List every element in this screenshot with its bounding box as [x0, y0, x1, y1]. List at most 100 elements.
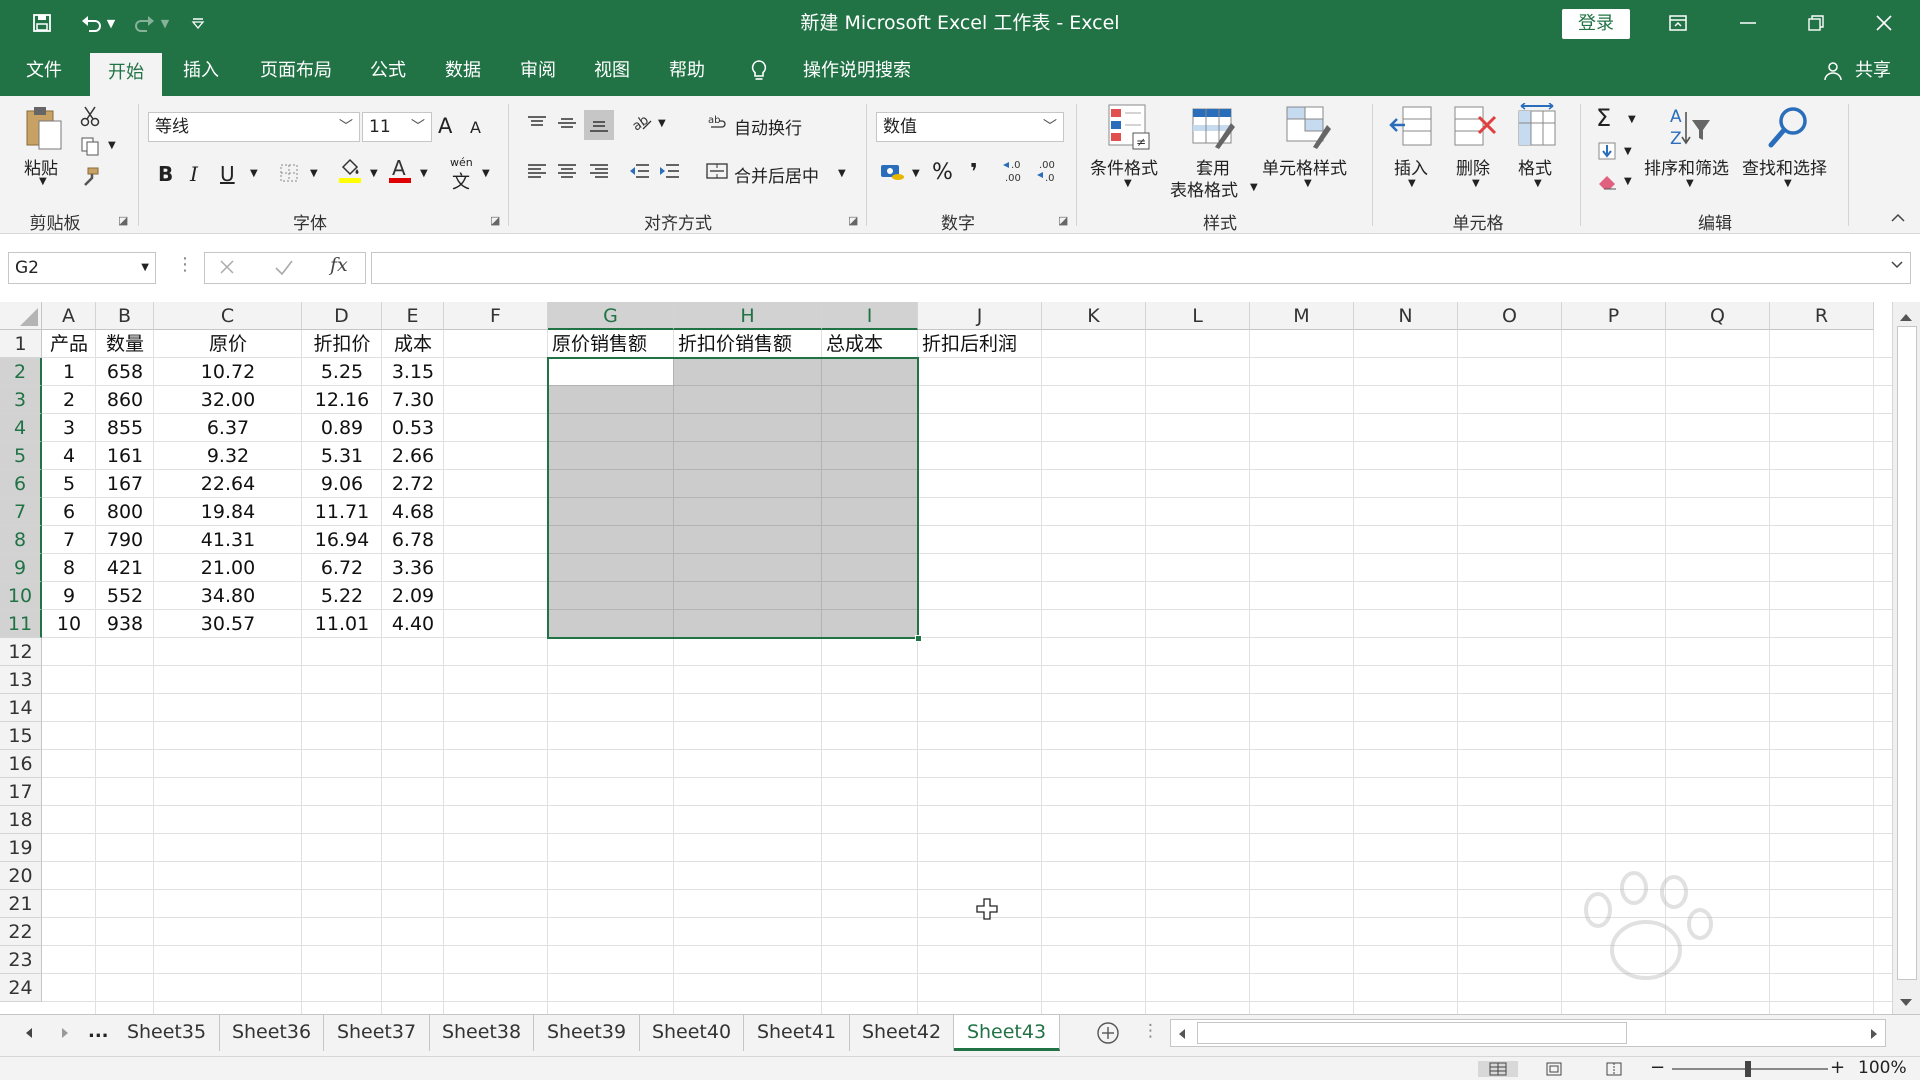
- column-header-K[interactable]: K: [1042, 302, 1146, 330]
- original-price-cell[interactable]: 21.00: [154, 554, 302, 582]
- underline-dropdown-icon[interactable]: ▼: [250, 168, 258, 179]
- sort-dropdown-icon[interactable]: ▼: [1686, 178, 1694, 189]
- quantity-cell[interactable]: 421: [96, 554, 154, 582]
- column-header-L[interactable]: L: [1146, 302, 1250, 330]
- comma-style-button[interactable]: ❜: [970, 160, 978, 185]
- row-header-11[interactable]: 11: [0, 610, 42, 638]
- product-cell[interactable]: 9: [42, 582, 96, 610]
- cost-cell[interactable]: 6.78: [382, 526, 444, 554]
- chevron-down-icon[interactable]: ﹀: [1043, 113, 1057, 141]
- product-cell[interactable]: 4: [42, 442, 96, 470]
- quantity-cell[interactable]: 790: [96, 526, 154, 554]
- cost-cell[interactable]: 4.68: [382, 498, 444, 526]
- column-header-N[interactable]: N: [1354, 302, 1458, 330]
- tab-formulas[interactable]: 公式: [358, 46, 418, 96]
- row-header-16[interactable]: 16: [0, 750, 42, 778]
- undo-dropdown-icon[interactable]: ▼: [104, 0, 118, 46]
- format-dropdown-icon[interactable]: ▼: [1534, 178, 1542, 189]
- clipboard-launcher-icon[interactable]: ◪: [118, 214, 128, 227]
- conditional-formatting-icon[interactable]: ≠: [1106, 102, 1152, 152]
- column-header-J[interactable]: J: [918, 302, 1042, 330]
- fill-handle[interactable]: [915, 635, 922, 642]
- formula-input[interactable]: [371, 252, 1911, 284]
- autosum-dropdown-icon[interactable]: ▼: [1628, 114, 1636, 125]
- original-price-cell[interactable]: 34.80: [154, 582, 302, 610]
- clear-dropdown-icon[interactable]: ▼: [1624, 176, 1632, 187]
- row-header-6[interactable]: 6: [0, 470, 42, 498]
- column-header-E[interactable]: E: [382, 302, 444, 330]
- selection-range[interactable]: [547, 357, 919, 639]
- sheet-tab-sheet42[interactable]: Sheet42: [850, 1015, 954, 1051]
- row-header-19[interactable]: 19: [0, 834, 42, 862]
- product-cell[interactable]: 1: [42, 358, 96, 386]
- chevron-down-icon[interactable]: ﹀: [339, 113, 353, 141]
- quantity-cell[interactable]: 800: [96, 498, 154, 526]
- original-price-cell[interactable]: 19.84: [154, 498, 302, 526]
- original-price-cell[interactable]: 6.37: [154, 414, 302, 442]
- merge-center-icon[interactable]: [704, 158, 730, 184]
- sheet-tab-sheet40[interactable]: Sheet40: [640, 1015, 744, 1051]
- cost-cell[interactable]: 2.72: [382, 470, 444, 498]
- zoom-in-icon[interactable]: +: [1830, 1057, 1845, 1078]
- tab-help[interactable]: 帮助: [656, 46, 718, 96]
- phonetic-icon-char[interactable]: 文: [452, 168, 470, 194]
- font-name-combo[interactable]: 等线 ﹀: [148, 112, 360, 142]
- sheet-tab-sheet37[interactable]: Sheet37: [324, 1015, 430, 1051]
- merge-center-button[interactable]: 合并后居中: [734, 162, 819, 187]
- discount-price-cell[interactable]: 5.31: [302, 442, 382, 470]
- row-header-3[interactable]: 3: [0, 386, 42, 414]
- quantity-cell[interactable]: 167: [96, 470, 154, 498]
- discount-price-cell[interactable]: 11.71: [302, 498, 382, 526]
- delete-dropdown-icon[interactable]: ▼: [1472, 178, 1480, 189]
- close-icon[interactable]: [1854, 0, 1914, 46]
- accounting-format-icon[interactable]: [878, 158, 908, 186]
- tab-insert[interactable]: 插入: [168, 46, 234, 96]
- name-box-dropdown-icon[interactable]: ▼: [141, 253, 149, 283]
- tab-page-layout[interactable]: 页面布局: [248, 46, 344, 96]
- number-launcher-icon[interactable]: ◪: [1058, 214, 1068, 227]
- row-header-12[interactable]: 12: [0, 638, 42, 666]
- column-header-Q[interactable]: Q: [1666, 302, 1770, 330]
- sort-filter-button[interactable]: 排序和筛选: [1644, 154, 1729, 179]
- row-header-9[interactable]: 9: [0, 554, 42, 582]
- discount-price-cell[interactable]: 5.25: [302, 358, 382, 386]
- cancel-entry-icon[interactable]: [218, 258, 236, 281]
- row-header-13[interactable]: 13: [0, 666, 42, 694]
- find-select-icon[interactable]: [1764, 102, 1814, 152]
- row-header-8[interactable]: 8: [0, 526, 42, 554]
- phonetic-dropdown-icon[interactable]: ▼: [482, 168, 490, 179]
- expand-formula-bar-icon[interactable]: [1890, 255, 1904, 275]
- clear-icon[interactable]: [1594, 168, 1620, 194]
- number-format-combo[interactable]: 数值 ﹀: [876, 112, 1064, 142]
- row-header-17[interactable]: 17: [0, 778, 42, 806]
- quantity-cell[interactable]: 860: [96, 386, 154, 414]
- scroll-down-icon[interactable]: [1897, 994, 1915, 1014]
- align-bottom-icon[interactable]: [584, 110, 614, 140]
- format-as-table-dropdown-icon[interactable]: ▼: [1250, 182, 1258, 193]
- sheet-tab-sheet35[interactable]: Sheet35: [114, 1015, 220, 1051]
- confirm-entry-icon[interactable]: [274, 258, 294, 281]
- italic-button[interactable]: I: [190, 162, 198, 186]
- original-price-cell[interactable]: 10.72: [154, 358, 302, 386]
- paste-icon[interactable]: [20, 104, 66, 152]
- header-cost[interactable]: 成本: [382, 330, 444, 358]
- cost-cell[interactable]: 3.36: [382, 554, 444, 582]
- product-cell[interactable]: 7: [42, 526, 96, 554]
- tab-review[interactable]: 审阅: [508, 46, 568, 96]
- increase-decimal-icon[interactable]: .0.00: [1000, 156, 1030, 186]
- original-price-cell[interactable]: 22.64: [154, 470, 302, 498]
- fill-down-icon[interactable]: [1594, 138, 1620, 164]
- product-cell[interactable]: 2: [42, 386, 96, 414]
- column-header-M[interactable]: M: [1250, 302, 1354, 330]
- row-header-15[interactable]: 15: [0, 722, 42, 750]
- cost-cell[interactable]: 4.40: [382, 610, 444, 638]
- more-sheets-button[interactable]: ...: [88, 1021, 109, 1042]
- zoom-slider-thumb[interactable]: [1745, 1061, 1751, 1077]
- cost-cell[interactable]: 0.53: [382, 414, 444, 442]
- cell-styles-button[interactable]: 单元格样式: [1262, 154, 1347, 179]
- product-cell[interactable]: 3: [42, 414, 96, 442]
- row-header-22[interactable]: 22: [0, 918, 42, 946]
- column-header-I[interactable]: I: [822, 302, 918, 330]
- align-left-icon[interactable]: [524, 158, 550, 184]
- fill-dropdown-icon[interactable]: ▼: [1624, 146, 1632, 157]
